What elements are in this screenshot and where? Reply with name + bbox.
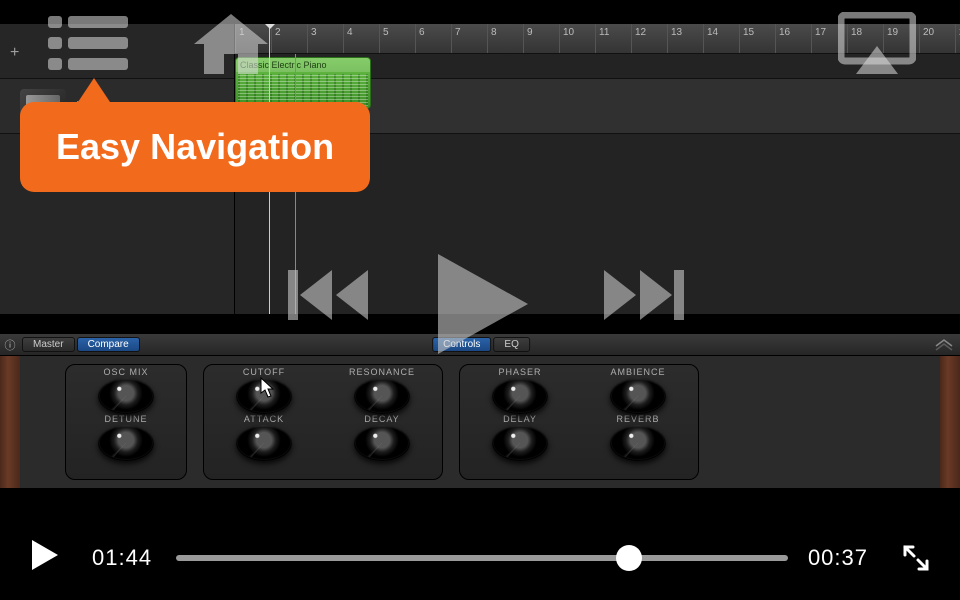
- knob-label: PHASER: [474, 367, 566, 377]
- ruler-tick[interactable]: 14: [703, 24, 739, 53]
- ruler-tick[interactable]: 5: [379, 24, 415, 53]
- ruler-tick[interactable]: 15: [739, 24, 775, 53]
- knob-reverb[interactable]: [610, 425, 666, 461]
- knob-decay[interactable]: [354, 425, 410, 461]
- knob-cutoff[interactable]: [236, 378, 292, 414]
- synth-panel-body: OSC MIX DETUNE CUTOFF ATTACK RESONANCE DECAY P…: [20, 356, 940, 488]
- wood-panel-left: [0, 356, 20, 488]
- ruler-tick[interactable]: 20: [919, 24, 955, 53]
- remaining-time: 00:37: [808, 545, 868, 571]
- info-icon[interactable]: ⓘ: [0, 337, 20, 353]
- seek-bar[interactable]: [176, 555, 788, 561]
- knob-detune[interactable]: [98, 425, 154, 461]
- play-overlay-icon[interactable]: [432, 252, 532, 361]
- knob-phaser[interactable]: [492, 378, 548, 414]
- knob-label: CUTOFF: [218, 367, 310, 377]
- ruler-tick[interactable]: 21: [955, 24, 960, 53]
- ruler-tick[interactable]: 7: [451, 24, 487, 53]
- ruler-tick[interactable]: 8: [487, 24, 523, 53]
- knob-cell: AMBIENCE: [592, 367, 684, 414]
- skip-next-icon[interactable]: [600, 266, 684, 329]
- ruler-tick[interactable]: 4: [343, 24, 379, 53]
- knob-group: CUTOFF ATTACK RESONANCE DECAY: [203, 364, 443, 480]
- ruler-tick[interactable]: 3: [307, 24, 343, 53]
- ruler-tick[interactable]: 6: [415, 24, 451, 53]
- knob-label: ATTACK: [218, 414, 310, 424]
- seek-thumb[interactable]: [616, 545, 642, 571]
- knob-attack[interactable]: [236, 425, 292, 461]
- knob-label: DECAY: [336, 414, 428, 424]
- wood-panel-right: [940, 356, 960, 488]
- knob-resonance[interactable]: [354, 378, 410, 414]
- knob-cell: REVERB: [592, 414, 684, 461]
- ruler-tick[interactable]: 2: [271, 24, 307, 53]
- play-button[interactable]: [30, 538, 64, 578]
- airplay-icon[interactable]: [838, 12, 916, 76]
- ruler-tick[interactable]: 9: [523, 24, 559, 53]
- knob-ambience[interactable]: [610, 378, 666, 414]
- panel-resize-handle[interactable]: [934, 337, 954, 354]
- knob-delay[interactable]: [492, 425, 548, 461]
- knob-cell: CUTOFF: [218, 367, 310, 414]
- knob-osc-mix[interactable]: [98, 378, 154, 414]
- knob-cell: RESONANCE: [336, 367, 428, 414]
- knob-cell: PHASER: [474, 367, 566, 414]
- knob-label: DETUNE: [80, 414, 172, 424]
- skip-previous-icon[interactable]: [288, 266, 372, 329]
- video-control-bar: 01:44 00:37: [0, 516, 960, 600]
- ruler-tick[interactable]: 13: [667, 24, 703, 53]
- compare-button[interactable]: Compare: [77, 337, 140, 352]
- knob-cell: OSC MIX: [80, 367, 172, 414]
- ruler-tick[interactable]: 12: [631, 24, 667, 53]
- elapsed-time: 01:44: [92, 545, 152, 571]
- knob-label: REVERB: [592, 414, 684, 424]
- ruler-tick[interactable]: 10: [559, 24, 595, 53]
- knob-cell: ATTACK: [218, 414, 310, 461]
- knob-cell: DETUNE: [80, 414, 172, 461]
- knob-group: OSC MIX DETUNE: [65, 364, 187, 480]
- knob-group: PHASER DELAY AMBIENCE REVERB: [459, 364, 699, 480]
- knob-label: DELAY: [474, 414, 566, 424]
- add-track-button[interactable]: +: [10, 44, 19, 62]
- knob-label: AMBIENCE: [592, 367, 684, 377]
- home-icon[interactable]: [192, 12, 270, 78]
- master-button[interactable]: Master: [22, 337, 75, 352]
- knob-label: OSC MIX: [80, 367, 172, 377]
- ruler-tick[interactable]: 16: [775, 24, 811, 53]
- knob-label: RESONANCE: [336, 367, 428, 377]
- ruler-tick[interactable]: 11: [595, 24, 631, 53]
- tutorial-callout: Easy Navigation: [20, 102, 370, 192]
- list-icon[interactable]: [48, 12, 128, 74]
- knob-cell: DELAY: [474, 414, 566, 461]
- fullscreen-button[interactable]: [902, 544, 930, 572]
- knob-cell: DECAY: [336, 414, 428, 461]
